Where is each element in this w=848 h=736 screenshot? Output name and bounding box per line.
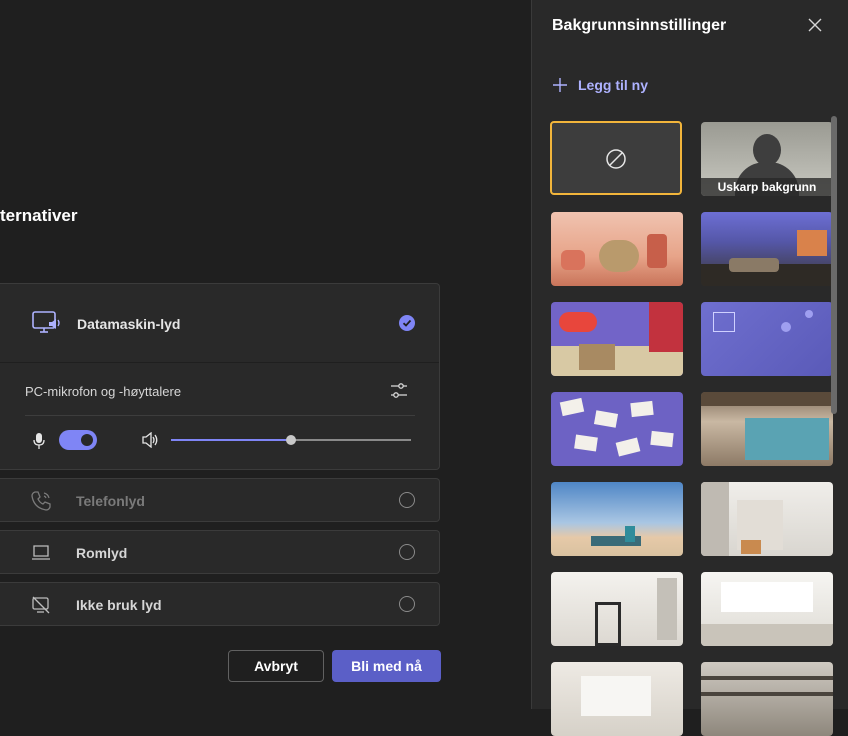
toggle-knob (81, 434, 93, 446)
plus-icon (553, 78, 567, 92)
add-new-label: Legg til ny (578, 77, 648, 93)
radio-button[interactable] (399, 492, 415, 508)
phone-audio-label: Telefonlyd (76, 493, 145, 509)
phone-icon (30, 490, 52, 517)
no-background-option[interactable] (550, 121, 682, 195)
add-new-button[interactable]: Legg til ny (552, 77, 648, 93)
checkmark-icon[interactable] (399, 315, 415, 331)
background-thumbnail[interactable] (551, 392, 683, 466)
speaker-icon (141, 431, 159, 453)
background-thumbnail[interactable] (551, 572, 683, 646)
background-thumbnail[interactable] (701, 302, 833, 376)
background-thumbnail[interactable] (551, 302, 683, 376)
background-thumbnail[interactable] (701, 572, 833, 646)
background-thumbnail[interactable] (551, 212, 683, 286)
microphone-icon (32, 432, 46, 455)
background-thumbnail[interactable] (701, 662, 833, 736)
section-title: ternativer (0, 206, 78, 225)
computer-audio-card: Datamaskin-lyd PC-mikrofon og -høyttaler… (0, 283, 440, 470)
computer-audio-option[interactable]: Datamaskin-lyd (0, 284, 439, 363)
computer-audio-label: Datamaskin-lyd (77, 316, 181, 332)
scrollbar[interactable] (831, 116, 837, 414)
divider (25, 415, 415, 416)
close-icon[interactable] (808, 18, 822, 32)
background-thumbnail[interactable] (551, 482, 683, 556)
blur-background-option[interactable]: Uskarp bakgrunn (701, 122, 833, 196)
background-thumbnail[interactable] (551, 662, 683, 736)
join-now-button[interactable]: Bli med nå (332, 650, 441, 682)
volume-handle[interactable] (286, 435, 296, 445)
background-settings-panel: Bakgrunnsinnstillinger Legg til ny Uskar… (531, 0, 848, 736)
no-background-icon (606, 149, 626, 169)
panel-title: Bakgrunnsinnstillinger (552, 17, 727, 34)
volume-fill (171, 439, 291, 441)
no-audio-label: Ikke bruk lyd (76, 597, 162, 613)
background-thumbnail[interactable] (701, 212, 833, 286)
cancel-button[interactable]: Avbryt (228, 650, 324, 682)
phone-audio-option[interactable]: Telefonlyd (0, 478, 440, 522)
room-audio-label: Romlyd (76, 545, 128, 561)
background-thumbnail[interactable] (701, 482, 833, 556)
microphone-toggle[interactable] (59, 430, 97, 450)
computer-audio-icon (31, 310, 63, 343)
room-audio-option[interactable]: Romlyd (0, 530, 440, 574)
device-settings-icon[interactable] (389, 382, 409, 400)
no-audio-option[interactable]: Ikke bruk lyd (0, 582, 440, 626)
audio-options-pane: ternativer Datamaskin-lyd PC-mikrofon og… (0, 0, 531, 709)
room-display-icon (30, 542, 52, 569)
radio-button[interactable] (399, 596, 415, 612)
no-audio-icon (30, 594, 52, 621)
blur-background-caption: Uskarp bakgrunn (701, 178, 833, 196)
device-label: PC-mikrofon og -høyttalere (25, 384, 182, 399)
background-thumbnail[interactable] (701, 392, 833, 466)
volume-slider[interactable] (171, 435, 411, 445)
radio-button[interactable] (399, 544, 415, 560)
